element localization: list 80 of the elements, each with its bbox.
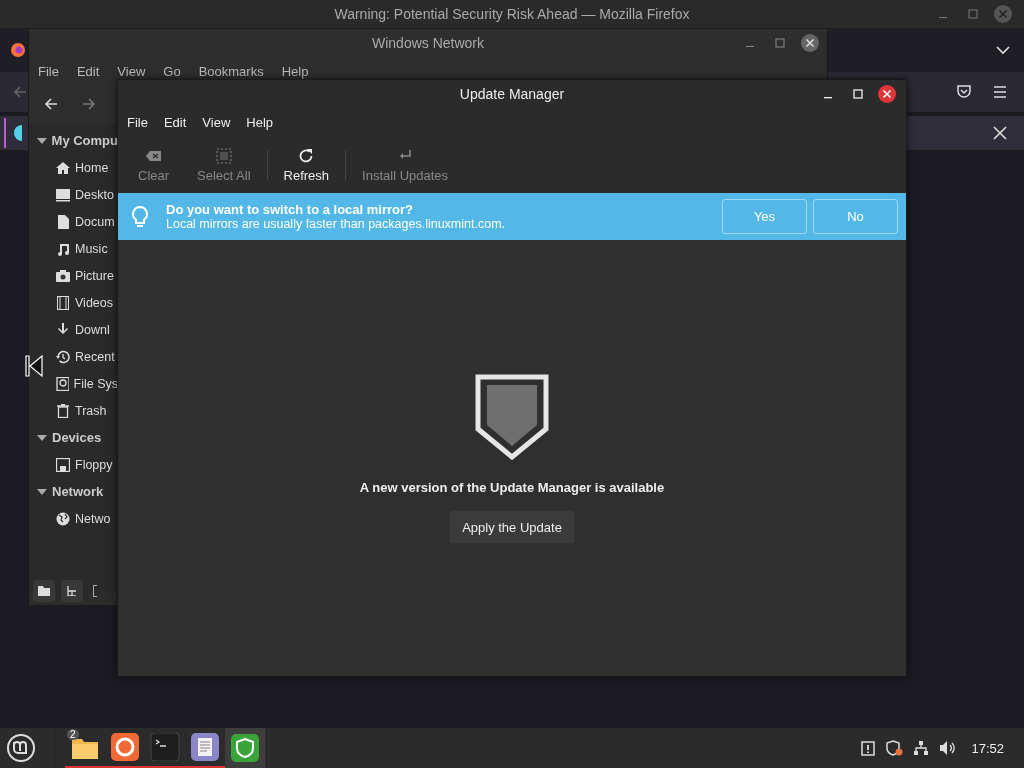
globe-icon xyxy=(56,511,70,526)
toolbar-button-label: Refresh xyxy=(283,167,330,183)
music-note-icon xyxy=(56,241,70,256)
close-icon[interactable] xyxy=(877,84,897,104)
sidebar-item-label: Music xyxy=(75,241,108,256)
toolbar-button-label: Clear xyxy=(138,167,170,183)
home-icon xyxy=(56,160,70,175)
chevron-down-icon[interactable] xyxy=(996,45,1010,55)
history-icon xyxy=(56,349,70,364)
terminal-icon xyxy=(150,733,180,761)
clipboard-icon[interactable] xyxy=(861,740,876,756)
info-text: Local mirrors are usually faster than packages.linuxmint.com. xyxy=(166,217,507,231)
document-icon xyxy=(56,214,70,229)
forward-arrow-icon[interactable] xyxy=(82,97,96,111)
expander-icon[interactable] xyxy=(37,136,47,145)
sidebar-item-label: Floppy xyxy=(75,457,113,472)
menu-item[interactable]: Help xyxy=(241,114,279,130)
down-arrow-icon xyxy=(56,322,70,337)
apply-update-button[interactable]: Apply the Update xyxy=(449,510,575,544)
sidebar-item-label: Videos xyxy=(75,295,113,310)
expander-icon[interactable] xyxy=(37,433,47,442)
menu-item[interactable]: Edit xyxy=(71,63,105,79)
sidebar-item-label: File Sys xyxy=(73,376,118,391)
badge: 2 xyxy=(67,729,79,740)
sidebar-item-label: Trash xyxy=(75,403,107,418)
menu-item[interactable]: Help xyxy=(276,63,314,79)
menu-logo-icon[interactable] xyxy=(6,733,36,763)
shield-icon xyxy=(230,734,260,762)
volume-icon[interactable] xyxy=(939,740,958,756)
window-title: Warning: Potential Security Risk Ahead — Mozilla Firefox xyxy=(334,6,690,22)
menu-item[interactable]: File xyxy=(122,114,153,130)
lightbulb-icon xyxy=(130,204,150,229)
panel-icon[interactable] xyxy=(93,585,97,597)
sidebar-item-label: Recent xyxy=(75,349,115,364)
monitor-icon xyxy=(56,187,70,202)
info-title: Do you want to switch to a local mirror? xyxy=(166,202,415,217)
sidebar-item-label: Picture xyxy=(75,268,114,283)
sidebar-item-label: Docum xyxy=(75,214,115,229)
places-button[interactable] xyxy=(33,580,55,602)
sidebar-heading-label: Devices xyxy=(52,430,102,445)
selection-icon xyxy=(214,146,233,165)
network-icon[interactable] xyxy=(913,740,930,756)
folder-icon xyxy=(38,586,50,596)
shield-icon xyxy=(475,374,549,460)
browser-icon xyxy=(110,733,140,761)
camera-icon xyxy=(56,268,70,283)
clock[interactable]: 17:52 xyxy=(971,740,1004,756)
text-editor-icon xyxy=(190,733,220,761)
tree-button[interactable] xyxy=(61,580,83,602)
tree-icon xyxy=(66,586,78,596)
expander-icon[interactable] xyxy=(37,487,47,496)
taskbar-app[interactable]: 2 xyxy=(65,728,105,768)
trash-icon xyxy=(56,403,70,418)
browser-logo-icon xyxy=(10,42,26,58)
sidebar-item-label: Downl xyxy=(75,322,110,337)
menu-icon[interactable] xyxy=(992,85,1008,99)
sidebar-item-label: Netwo xyxy=(75,511,111,526)
menu-item[interactable]: File xyxy=(33,63,64,79)
update-message: A new version of the Update Manager is available xyxy=(359,480,665,495)
window-title: Update Manager xyxy=(459,86,565,102)
menu-item[interactable]: View xyxy=(112,63,151,79)
toolbar-button[interactable]: Refresh xyxy=(269,142,344,187)
sidebar-item-label: Home xyxy=(75,160,109,175)
taskbar-app[interactable] xyxy=(225,728,265,768)
toolbar-button-label: Select All xyxy=(197,167,251,183)
sidebar-heading-label: My Compu xyxy=(51,133,118,148)
menu-item[interactable]: Edit xyxy=(158,114,192,130)
film-icon xyxy=(56,295,70,310)
menu-item[interactable]: Bookmarks xyxy=(193,63,269,79)
sidebar-item-label: Deskto xyxy=(75,187,114,202)
toolbar-button-label: Install Updates xyxy=(362,167,449,183)
window-title: Windows Network xyxy=(372,35,484,51)
info-icon xyxy=(12,124,22,142)
pocket-icon[interactable] xyxy=(956,83,972,99)
sidebar-heading-label: Network xyxy=(52,484,104,499)
menu-item[interactable]: Go xyxy=(158,63,186,79)
shield-icon[interactable] xyxy=(885,740,904,756)
menu-item[interactable]: View xyxy=(197,114,236,130)
close-icon[interactable] xyxy=(800,33,820,53)
close-icon[interactable] xyxy=(993,126,1007,140)
